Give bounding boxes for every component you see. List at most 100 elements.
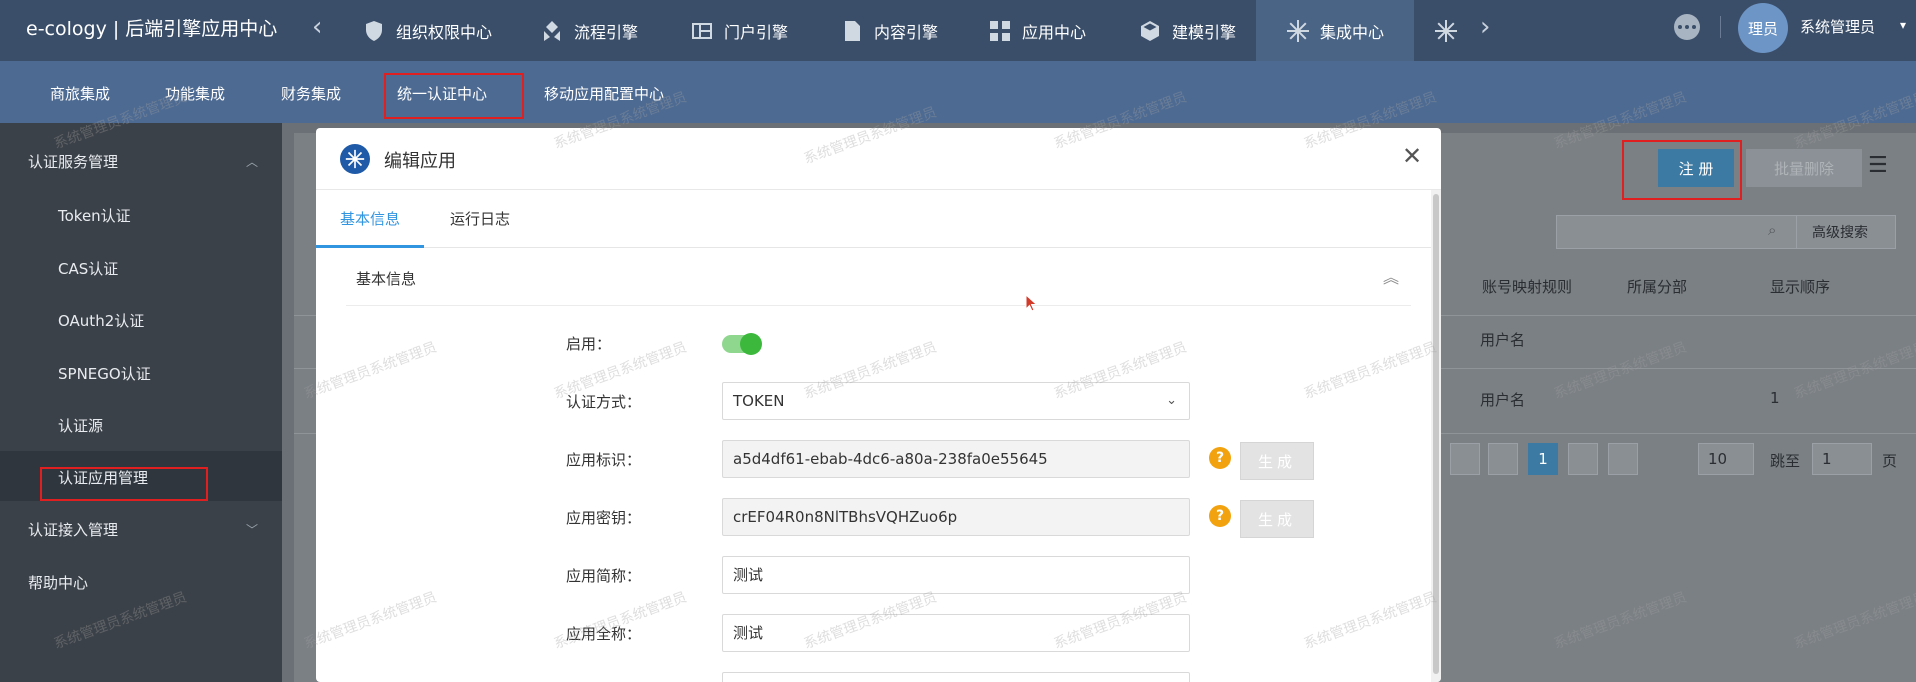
- page-current[interactable]: 1: [1528, 443, 1558, 475]
- topnav-item-label: 门户引擎: [724, 22, 789, 42]
- topnav-item-integration[interactable]: 集成中心: [1256, 0, 1415, 61]
- auth-method-value: TOKEN: [733, 392, 785, 410]
- mouse-cursor-icon: [1025, 294, 1038, 312]
- subnav-item-function[interactable]: 功能集成: [165, 83, 225, 104]
- section-header: 基本信息 ︽: [346, 248, 1411, 306]
- topnav-item-appcenter[interactable]: 应用中心: [988, 0, 1086, 61]
- double-chevron-up-icon[interactable]: ︽: [1383, 264, 1399, 288]
- topnav-item-label: 应用中心: [1022, 22, 1087, 42]
- sidebar-item-token[interactable]: Token认证: [58, 205, 131, 226]
- app-id-field[interactable]: a5d4df61-ebab-4dc6-a80a-238fa0e55645: [722, 440, 1190, 478]
- list-view-icon[interactable]: ☰: [1868, 153, 1888, 178]
- topnav-item-modeling[interactable]: 建模引擎: [1138, 0, 1236, 61]
- portal-icon: [692, 22, 712, 39]
- jump-input[interactable]: [1812, 443, 1872, 475]
- tab-basic-info[interactable]: 基本信息: [316, 190, 425, 248]
- topnav-item-org[interactable]: 组织权限中心: [362, 0, 492, 61]
- snowflake-icon: [340, 144, 370, 174]
- snowflake-icon: [1287, 19, 1309, 42]
- jump-value: 1: [1822, 450, 1832, 468]
- nav-prev-arrow-icon[interactable]: ‹: [312, 12, 322, 42]
- more-dots-icon[interactable]: [1674, 14, 1700, 40]
- page-size-value: 10: [1708, 450, 1728, 468]
- avatar[interactable]: 理员: [1738, 3, 1788, 53]
- topnav-item-content[interactable]: 内容引擎: [840, 0, 938, 61]
- enable-toggle[interactable]: [722, 333, 762, 355]
- highlight-box: [1622, 140, 1742, 200]
- topnav-item-label: 建模引擎: [1172, 22, 1237, 42]
- next-page-button[interactable]: [1568, 443, 1598, 475]
- sidebar-item-cas[interactable]: CAS认证: [58, 258, 118, 279]
- topnav-item-label: 内容引擎: [874, 22, 939, 42]
- short-name-input[interactable]: 测试: [722, 556, 1190, 594]
- table-cell: 用户名: [1480, 331, 1526, 349]
- sub-navigation-bar: 商旅集成 功能集成 财务集成 统一认证中心 移动应用配置中心: [0, 61, 1916, 123]
- chevron-down-icon: ⌄: [1166, 393, 1177, 408]
- dialog-header: 编辑应用 ✕: [316, 128, 1441, 190]
- chevron-down-icon[interactable]: ﹀: [246, 521, 258, 538]
- topnav-item-more[interactable]: [1434, 0, 1458, 61]
- username[interactable]: 系统管理员: [1800, 16, 1875, 37]
- document-icon: [845, 20, 860, 41]
- topnav-item-label: 流程引擎: [574, 22, 639, 42]
- subnav-item-mobile-config[interactable]: 移动应用配置中心: [544, 83, 664, 104]
- chevron-down-icon[interactable]: ▾: [1900, 18, 1906, 32]
- highlight-box: [40, 467, 208, 501]
- sidebar-group-auth-service[interactable]: 认证服务管理: [28, 151, 118, 172]
- auth-method-label: 认证方式：: [566, 393, 642, 411]
- sidebar-item-auth-source[interactable]: 认证源: [58, 415, 103, 436]
- full-name-label: 应用全称：: [566, 625, 642, 643]
- sidebar-item-spnego[interactable]: SPNEGO认证: [58, 363, 151, 384]
- sidebar-item-oauth2[interactable]: OAuth2认证: [58, 310, 144, 331]
- search-icon[interactable]: ⌕: [1768, 221, 1776, 239]
- short-name-label: 应用简称：: [566, 567, 642, 585]
- grid-icon: [990, 20, 1010, 41]
- sidebar-group-access[interactable]: 认证接入管理: [28, 519, 118, 540]
- topnav-item-workflow[interactable]: 流程引擎: [540, 0, 638, 61]
- topnav-item-label: 集成中心: [1320, 22, 1385, 42]
- subnav-item-travel[interactable]: 商旅集成: [50, 83, 110, 104]
- table-cell: 用户名: [1480, 391, 1526, 409]
- app-secret-field[interactable]: crEF04R0n8NlTBhsVQHZuo6p: [722, 498, 1190, 536]
- help-icon[interactable]: ?: [1209, 447, 1231, 469]
- page-suffix: 页: [1882, 452, 1898, 470]
- auth-method-select[interactable]: TOKEN ⌄: [722, 382, 1190, 420]
- full-name-input[interactable]: 测试: [722, 614, 1190, 652]
- section-title: 基本信息: [356, 270, 417, 288]
- enable-label: 启用：: [566, 335, 612, 353]
- app-id-label: 应用标识：: [566, 451, 642, 469]
- edit-app-dialog: 编辑应用 ✕ 基本信息 运行日志 基本信息 ︽ 启用： 认证方式： TOKEN …: [316, 128, 1441, 682]
- left-sidebar: 认证服务管理 ︿ Token认证 CAS认证 OAuth2认证 SPNEGO认证…: [0, 123, 282, 682]
- jump-label: 跳至: [1770, 452, 1801, 470]
- divider: [1720, 16, 1721, 38]
- column-header: 显示顺序: [1770, 278, 1831, 296]
- nav-next-arrow-icon[interactable]: ›: [1480, 12, 1490, 42]
- highlight-box: [384, 73, 524, 119]
- prev-page-button[interactable]: [1488, 443, 1518, 475]
- table-cell: 1: [1770, 389, 1780, 407]
- dialog-title: 编辑应用: [384, 151, 456, 172]
- close-icon[interactable]: ✕: [1400, 144, 1424, 168]
- generate-app-id-button[interactable]: 生成: [1240, 442, 1314, 480]
- last-page-button[interactable]: [1608, 443, 1638, 475]
- generate-app-secret-button[interactable]: 生成: [1240, 500, 1314, 538]
- advanced-search-label: 高级搜索: [1812, 225, 1868, 241]
- column-header: 账号映射规则: [1482, 278, 1573, 296]
- chevron-up-icon[interactable]: ︿: [246, 153, 258, 170]
- sidebar-item-help[interactable]: 帮助中心: [28, 572, 88, 593]
- tab-run-log[interactable]: 运行日志: [426, 190, 534, 248]
- batch-delete-button[interactable]: 批量删除: [1746, 149, 1862, 187]
- cube-icon: [1141, 20, 1159, 41]
- top-navigation-bar: e-cology | 后端引擎应用中心 ‹ 组织权限中心 流程引擎 门户引擎 内…: [0, 0, 1916, 61]
- help-icon[interactable]: ?: [1209, 505, 1231, 527]
- first-page-button[interactable]: [1450, 443, 1480, 475]
- next-field-input[interactable]: [722, 672, 1190, 682]
- snowflake-icon: [1435, 19, 1457, 42]
- topnav-item-label: 组织权限中心: [396, 22, 493, 42]
- dialog-tabs: 基本信息 运行日志: [316, 190, 1431, 248]
- subnav-item-finance[interactable]: 财务集成: [281, 83, 341, 104]
- scrollbar-thumb[interactable]: [1433, 194, 1439, 674]
- topnav-item-portal[interactable]: 门户引擎: [690, 0, 788, 61]
- column-header: 所属分部: [1627, 278, 1688, 296]
- shield-icon: [366, 20, 382, 41]
